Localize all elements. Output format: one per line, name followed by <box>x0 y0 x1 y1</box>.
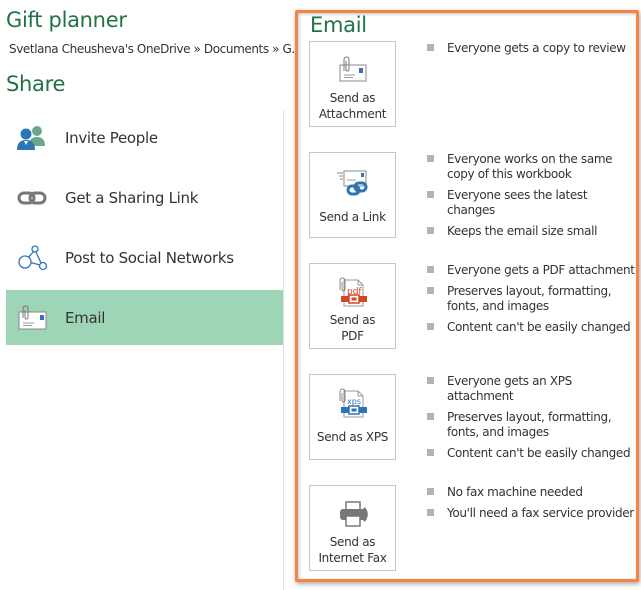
option-bullets: Everyone gets a PDF attachment Preserves… <box>427 263 637 341</box>
nav-label: Invite People <box>65 128 158 147</box>
option-label: Send as PDF <box>329 313 376 343</box>
nav-item-sharing-link[interactable]: Get a Sharing Link <box>6 170 283 225</box>
bullet-item: Everyone sees the latest changes <box>427 188 637 218</box>
option-label: Send as Attachment <box>318 91 387 121</box>
email-option-fax: Send as Internet Fax No fax machine need… <box>309 485 634 571</box>
send-as-xps-button[interactable]: xps Send as XPS <box>309 374 396 460</box>
nav-label: Get a Sharing Link <box>65 188 199 207</box>
bullet-square-icon <box>427 449 434 456</box>
send-as-pdf-button[interactable]: pdf Send as PDF <box>309 263 396 349</box>
option-label: Send as Internet Fax <box>318 535 387 565</box>
sharing-link-icon <box>10 182 54 214</box>
nav-item-social-networks[interactable]: Post to Social Networks <box>6 230 283 285</box>
email-option-attachment: Send as Attachment Everyone gets a copy … <box>309 41 629 127</box>
bullet-square-icon <box>427 509 434 516</box>
email-panel: Email Send as Attachment Everyone gets a… <box>295 10 639 582</box>
bullet-square-icon <box>427 191 434 198</box>
send-a-link-button[interactable]: Send a Link <box>309 152 396 238</box>
fax-icon <box>333 494 373 534</box>
bullet-square-icon <box>427 287 434 294</box>
send-as-internet-fax-button[interactable]: Send as Internet Fax <box>309 485 396 571</box>
bullet-item: You'll need a fax service provider <box>427 506 637 521</box>
xps-icon: xps <box>333 383 373 423</box>
pane-divider <box>283 110 284 590</box>
option-bullets: Everyone gets a copy to review <box>427 41 637 62</box>
bullet-square-icon <box>427 377 434 384</box>
bullet-square-icon <box>427 155 434 162</box>
document-title: Gift planner <box>6 8 127 32</box>
option-bullets: Everyone works on the same copy of this … <box>427 152 637 245</box>
email-panel-title: Email <box>310 13 367 37</box>
bullet-item: No fax machine needed <box>427 485 637 500</box>
invite-people-icon <box>10 122 54 154</box>
bullet-square-icon <box>427 44 434 51</box>
bullet-item: Everyone gets an XPS attachment <box>427 374 637 404</box>
email-option-pdf: pdf Send as PDF Everyone gets a PDF atta… <box>309 263 635 349</box>
bullet-square-icon <box>427 488 434 495</box>
email-icon <box>10 302 54 334</box>
option-label: Send as XPS <box>316 430 389 444</box>
email-option-xps: xps Send as XPS Everyone gets an XPS att… <box>309 374 631 460</box>
pdf-icon: pdf <box>333 272 373 312</box>
bullet-item: Content can't be easily changed <box>427 320 637 335</box>
bullet-item: Everyone gets a PDF attachment <box>427 263 637 278</box>
bullet-item: Preserves layout, formatting, fonts, and… <box>427 284 637 314</box>
social-networks-icon <box>10 242 54 274</box>
bullet-square-icon <box>427 413 434 420</box>
send-as-attachment-button[interactable]: Send as Attachment <box>309 41 396 127</box>
nav-label: Post to Social Networks <box>65 248 234 267</box>
nav-label: Email <box>65 308 106 327</box>
bullet-item: Content can't be easily changed <box>427 446 637 461</box>
bullet-square-icon <box>427 227 434 234</box>
bullet-item: Preserves layout, formatting, fonts, and… <box>427 410 637 440</box>
bullet-square-icon <box>427 266 434 273</box>
bullet-item: Everyone works on the same copy of this … <box>427 152 637 182</box>
option-label: Send a Link <box>319 210 386 224</box>
bullet-item: Keeps the email size small <box>427 224 637 239</box>
option-bullets: Everyone gets an XPS attachment Preserve… <box>427 374 637 467</box>
email-link-icon <box>333 163 373 203</box>
nav-item-invite-people[interactable]: Invite People <box>6 110 283 165</box>
email-attachment-icon <box>333 50 373 90</box>
option-bullets: No fax machine needed You'll need a fax … <box>427 485 637 527</box>
bullet-item: Everyone gets a copy to review <box>427 41 637 56</box>
share-title: Share <box>6 72 66 96</box>
svg-text:xps: xps <box>347 397 361 406</box>
share-nav: Invite People Get a Sharing Link Post to… <box>6 110 283 350</box>
breadcrumb[interactable]: Svetlana Cheusheva's OneDrive » Document… <box>9 42 302 56</box>
email-option-link: Send a Link Everyone works on the same c… <box>309 152 629 238</box>
nav-item-email[interactable]: Email <box>6 290 283 345</box>
bullet-square-icon <box>427 323 434 330</box>
